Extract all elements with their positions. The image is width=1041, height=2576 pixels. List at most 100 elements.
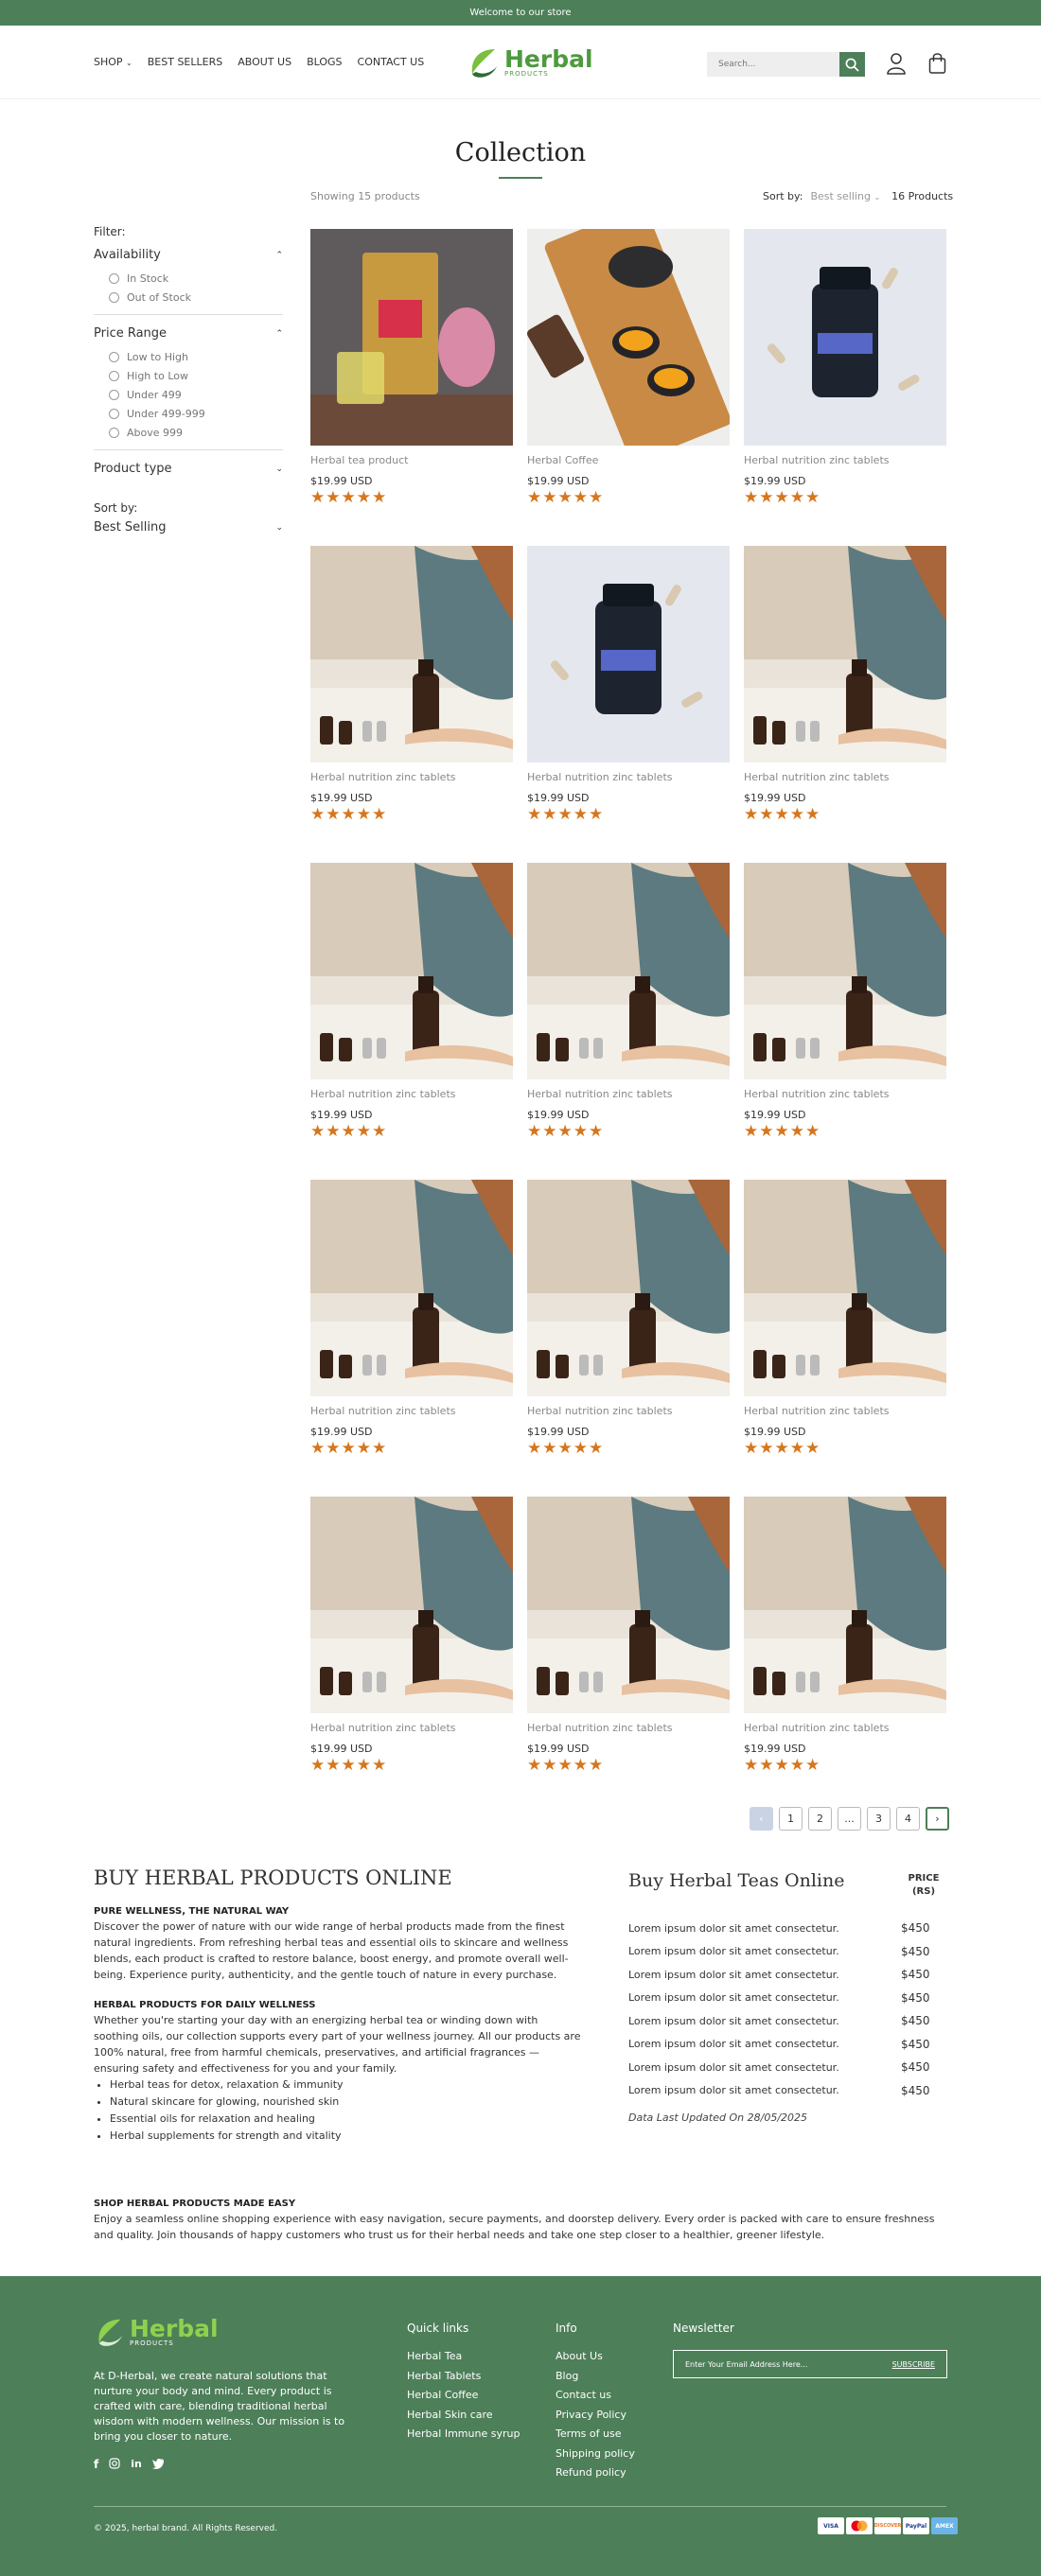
nav-contact-us[interactable]: CONTACT US <box>358 56 425 68</box>
filter-availability-toggle[interactable]: Availability ⌃ <box>94 248 283 262</box>
page-4[interactable]: 4 <box>896 1807 920 1831</box>
product-card[interactable]: Herbal nutrition zinc tablets $19.99 USD ★… <box>744 229 946 506</box>
product-image[interactable] <box>744 863 946 1079</box>
filter-high-to-low[interactable]: High to Low <box>109 366 283 385</box>
footer-link-herbal-immune-syrup[interactable]: Herbal Immune syrup <box>407 2427 520 2447</box>
product-card[interactable]: Herbal nutrition zinc tablets $19.99 USD ★… <box>527 863 730 1140</box>
star-icon: ★ <box>310 1756 326 1775</box>
product-name[interactable]: Herbal nutrition zinc tablets <box>310 1722 513 1734</box>
page-1[interactable]: 1 <box>779 1807 803 1831</box>
product-card[interactable]: Herbal nutrition zinc tablets $19.99 USD ★… <box>527 1497 730 1774</box>
product-name[interactable]: Herbal nutrition zinc tablets <box>744 1722 946 1734</box>
footer-link-shipping-policy[interactable]: Shipping policy <box>556 2447 635 2467</box>
footer-link-refund-policy[interactable]: Refund policy <box>556 2466 635 2486</box>
nav-blogs[interactable]: BLOGS <box>307 56 342 68</box>
nav-best-sellers[interactable]: BEST SELLERS <box>148 56 222 68</box>
newsletter-email-input[interactable]: Enter Your Email Address Here... <box>685 2360 807 2369</box>
product-name[interactable]: Herbal nutrition zinc tablets <box>744 1088 946 1100</box>
sort-select[interactable]: Best selling ⌄ <box>810 190 880 202</box>
page-2[interactable]: 2 <box>808 1807 832 1831</box>
product-name[interactable]: Herbal tea product <box>310 454 513 466</box>
footer-link-blog[interactable]: Blog <box>556 2370 635 2390</box>
product-card[interactable]: Herbal nutrition zinc tablets $19.99 USD ★… <box>310 546 513 823</box>
account-button[interactable] <box>887 52 906 79</box>
product-card[interactable]: Herbal nutrition zinc tablets $19.99 USD ★… <box>310 1180 513 1457</box>
search-input[interactable] <box>707 52 839 77</box>
product-image[interactable] <box>527 546 730 762</box>
product-card[interactable]: Herbal nutrition zinc tablets $19.99 USD ★… <box>744 863 946 1140</box>
product-card[interactable]: Herbal nutrition zinc tablets $19.99 USD ★… <box>310 1497 513 1774</box>
product-card[interactable]: Herbal nutrition zinc tablets $19.99 USD ★… <box>744 546 946 823</box>
product-image[interactable] <box>310 546 513 762</box>
product-name[interactable]: Herbal nutrition zinc tablets <box>527 1722 730 1734</box>
footer-link-about-us[interactable]: About Us <box>556 2350 635 2370</box>
product-card[interactable]: Herbal tea product $19.99 USD ★★★★★ <box>310 229 513 506</box>
footer-link-herbal-tablets[interactable]: Herbal Tablets <box>407 2370 520 2390</box>
next-page-button[interactable]: › <box>926 1807 949 1831</box>
product-image[interactable] <box>527 1497 730 1713</box>
product-name[interactable]: Herbal nutrition zinc tablets <box>310 771 513 783</box>
product-name[interactable]: Herbal nutrition zinc tablets <box>310 1405 513 1417</box>
product-card[interactable]: Herbal nutrition zinc tablets $19.99 USD ★… <box>744 1497 946 1774</box>
nav-shop[interactable]: SHOP ⌄ <box>94 56 132 68</box>
footer-link-herbal-coffee[interactable]: Herbal Coffee <box>407 2389 520 2409</box>
product-image[interactable] <box>744 1180 946 1396</box>
product-image[interactable] <box>310 1180 513 1396</box>
prev-page-button[interactable]: ‹ <box>750 1807 773 1831</box>
product-name[interactable]: Herbal nutrition zinc tablets <box>310 1088 513 1100</box>
product-card[interactable]: Herbal Coffee $19.99 USD ★★★★★ <box>527 229 730 506</box>
product-image[interactable] <box>310 1497 513 1713</box>
footer-link-terms-of-use[interactable]: Terms of use <box>556 2427 635 2447</box>
product-name[interactable]: Herbal nutrition zinc tablets <box>744 1405 946 1417</box>
star-icon: ★ <box>372 1122 388 1141</box>
nav-about-us[interactable]: ABOUT US <box>238 56 291 68</box>
product-name[interactable]: Herbal nutrition zinc tablets <box>527 1405 730 1417</box>
filter-in-stock[interactable]: In Stock <box>109 269 283 288</box>
linkedin-icon[interactable]: in <box>131 2458 142 2471</box>
site-logo[interactable]: Herbal PRODUCTS <box>467 45 593 79</box>
footer-link-herbal-skin-care[interactable]: Herbal Skin care <box>407 2409 520 2428</box>
product-image[interactable] <box>527 1180 730 1396</box>
footer-link-contact-us[interactable]: Contact us <box>556 2389 635 2409</box>
twitter-icon[interactable] <box>151 2458 165 2469</box>
product-card[interactable]: Herbal nutrition zinc tablets $19.99 USD ★… <box>527 1180 730 1457</box>
footer-link-herbal-tea[interactable]: Herbal Tea <box>407 2350 520 2370</box>
filter-product-type-toggle[interactable]: Product type ⌄ <box>94 462 283 476</box>
tea-price-table: Buy Herbal Teas Online PRICE (RS) Lorem … <box>628 1870 946 2124</box>
footer-logo[interactable]: Herbal PRODUCTS <box>94 2316 219 2348</box>
filter-499-999[interactable]: Under 499-999 <box>109 404 283 423</box>
sidebar-sort-select[interactable]: Best Selling ⌄ <box>94 520 283 534</box>
product-image[interactable] <box>744 1497 946 1713</box>
product-image[interactable] <box>744 546 946 762</box>
filter-low-to-high[interactable]: Low to High <box>109 347 283 366</box>
search-button[interactable] <box>839 52 865 77</box>
product-card[interactable]: Herbal nutrition zinc tablets $19.99 USD ★… <box>744 1180 946 1457</box>
product-card[interactable]: Herbal nutrition zinc tablets $19.99 USD ★… <box>310 863 513 1140</box>
product-image[interactable] <box>527 229 730 446</box>
instagram-icon[interactable] <box>109 2458 120 2469</box>
table-row: Lorem ipsum dolor sit amet consectetur. $… <box>628 1987 946 2010</box>
footer-link-privacy-policy[interactable]: Privacy Policy <box>556 2409 635 2428</box>
filter-under-499[interactable]: Under 499 <box>109 385 283 404</box>
product-card[interactable]: Herbal nutrition zinc tablets $19.99 USD ★… <box>527 546 730 823</box>
star-rating: ★★★★★ <box>527 1124 730 1140</box>
product-name[interactable]: Herbal nutrition zinc tablets <box>527 1088 730 1100</box>
star-icon: ★ <box>759 805 775 824</box>
product-image[interactable] <box>744 229 946 446</box>
subscribe-button[interactable]: SUBSCRIBE <box>892 2360 935 2369</box>
chevron-down-icon: ⌄ <box>275 522 283 533</box>
product-name[interactable]: Herbal nutrition zinc tablets <box>744 454 946 466</box>
facebook-icon[interactable]: f <box>94 2458 98 2471</box>
filter-out-of-stock[interactable]: Out of Stock <box>109 288 283 307</box>
page-3[interactable]: 3 <box>867 1807 891 1831</box>
product-image[interactable] <box>310 229 513 446</box>
filter-above-999[interactable]: Above 999 <box>109 423 283 442</box>
mastercard-icon <box>846 2517 873 2534</box>
product-name[interactable]: Herbal nutrition zinc tablets <box>744 771 946 783</box>
product-name[interactable]: Herbal Coffee <box>527 454 730 466</box>
product-image[interactable] <box>527 863 730 1079</box>
filter-price-toggle[interactable]: Price Range ⌃ <box>94 326 283 341</box>
product-image[interactable] <box>310 863 513 1079</box>
product-name[interactable]: Herbal nutrition zinc tablets <box>527 771 730 783</box>
cart-button[interactable] <box>928 52 946 79</box>
